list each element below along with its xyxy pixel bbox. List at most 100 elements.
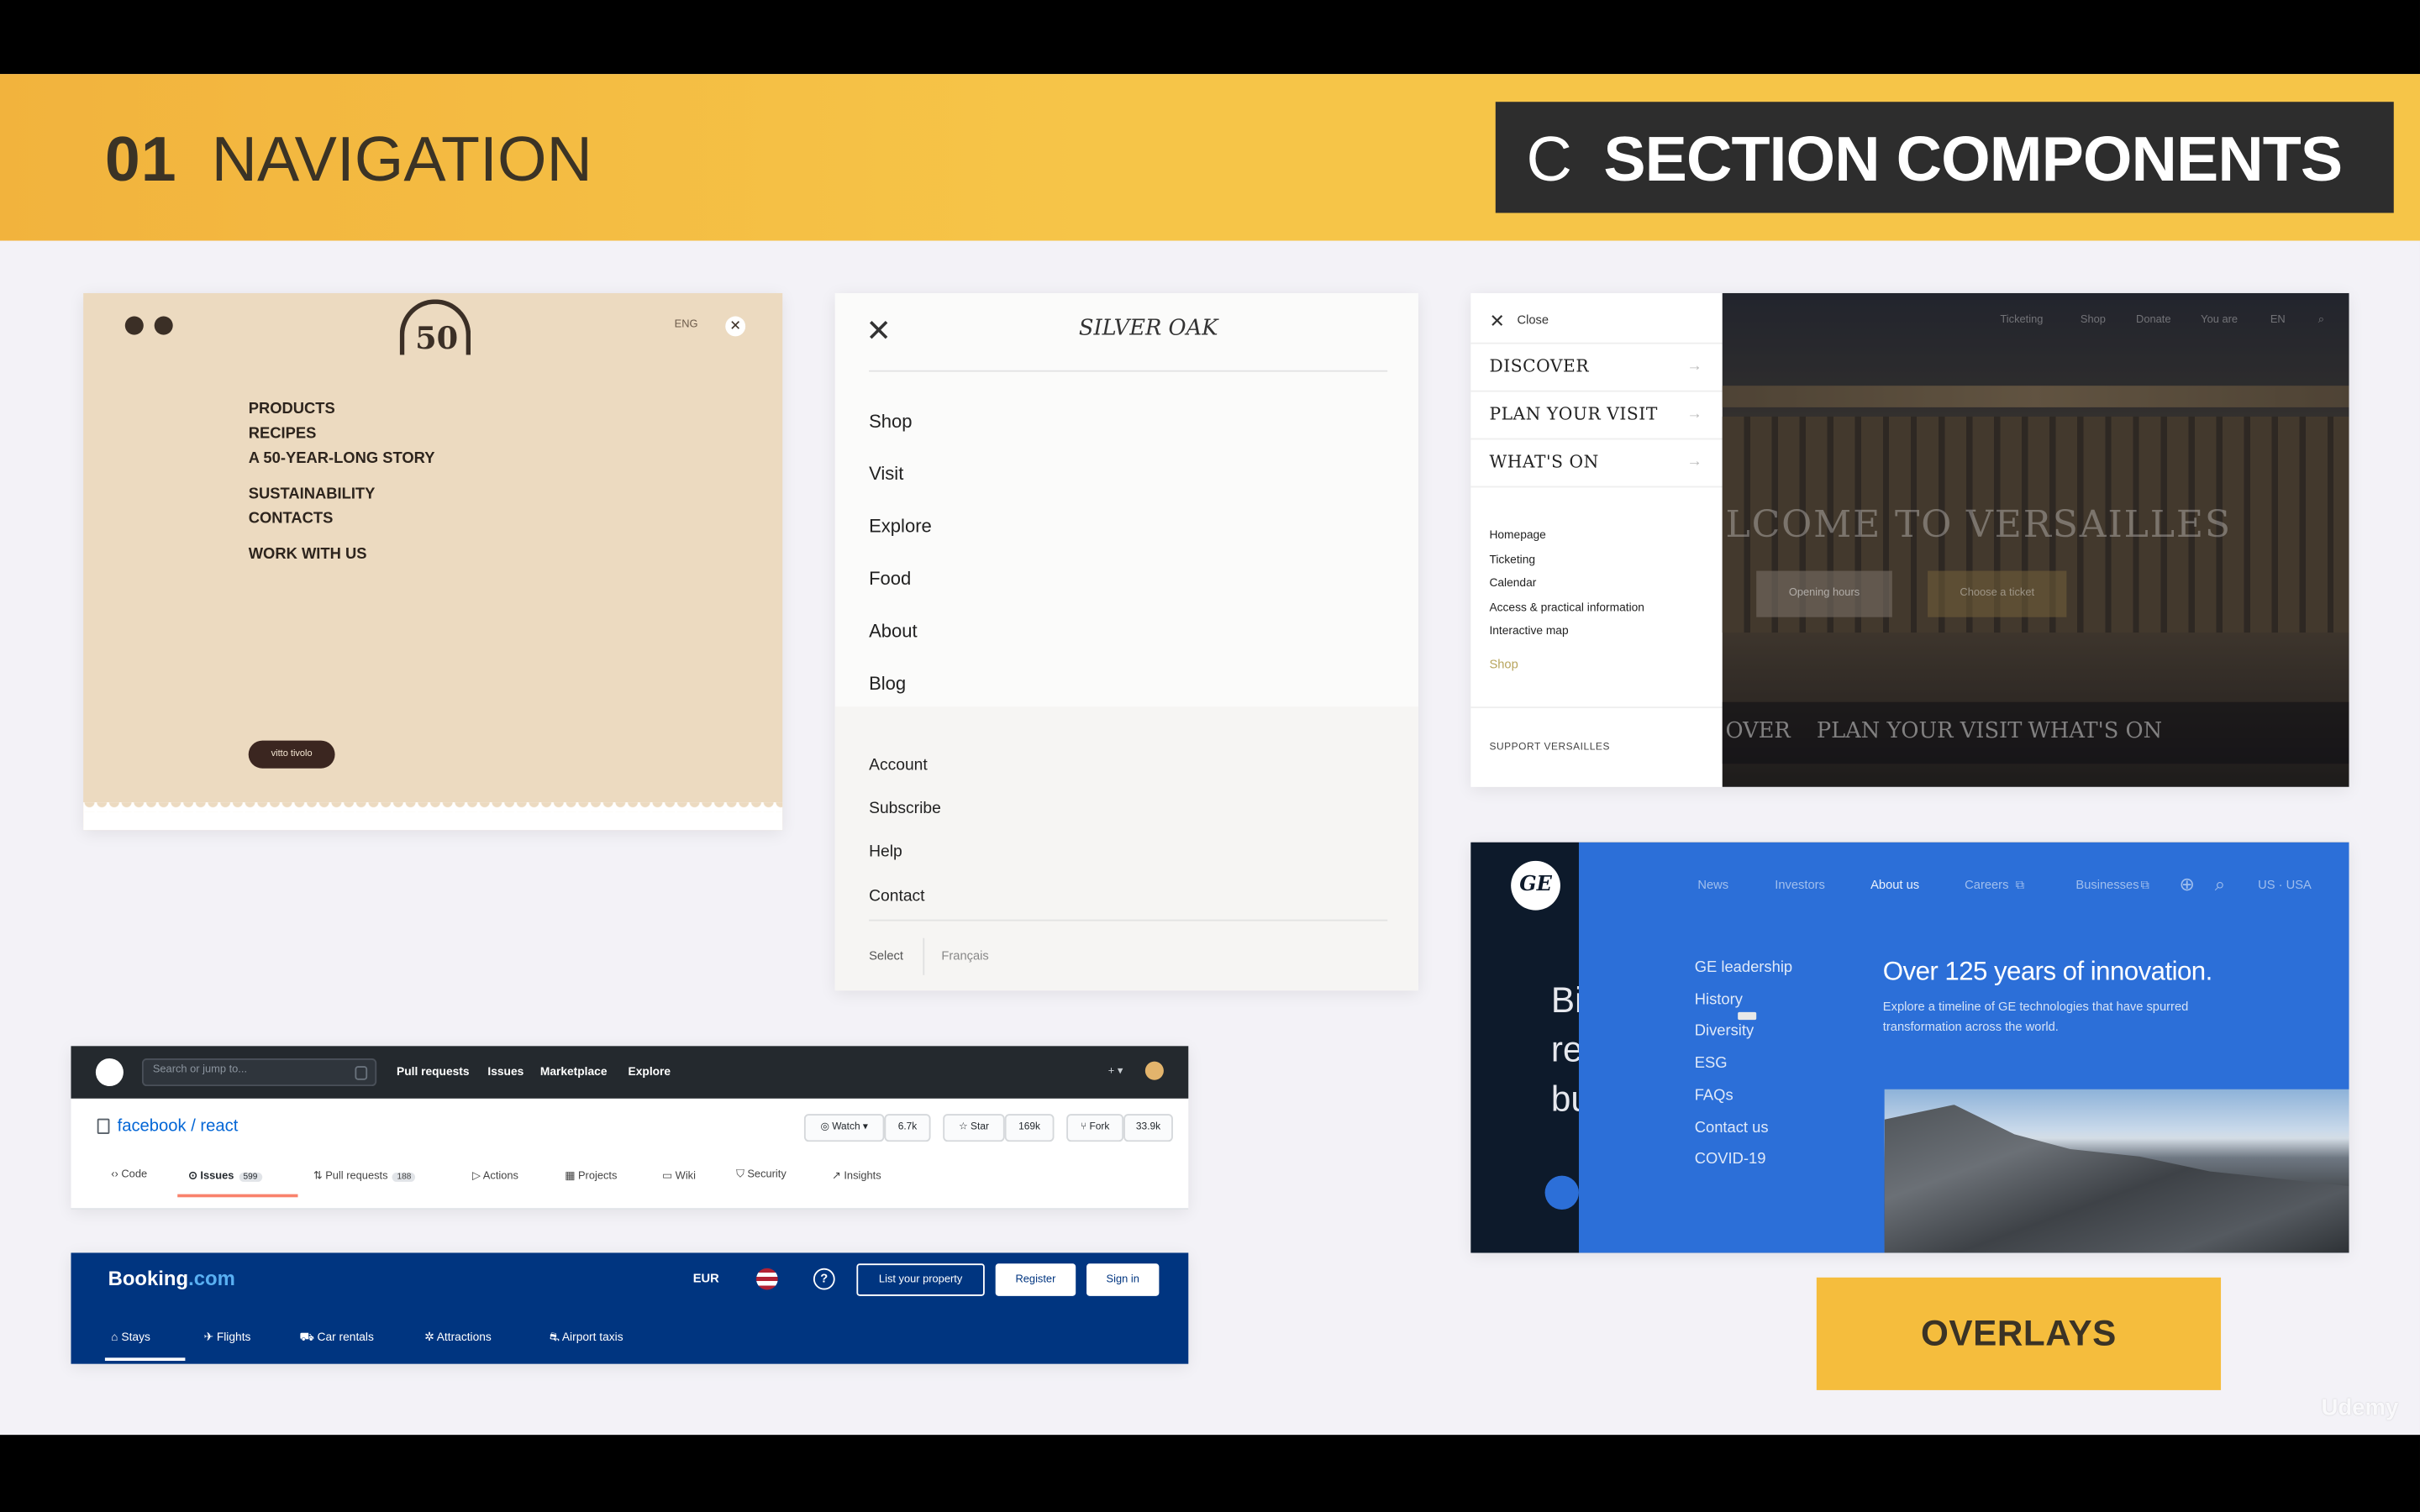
github-logo-icon[interactable] xyxy=(95,1058,124,1087)
link-contact-us[interactable]: Contact us xyxy=(1695,1120,1769,1137)
sign-in-button[interactable]: Sign in xyxy=(1086,1263,1160,1296)
tab-flights[interactable]: ✈ Flights xyxy=(203,1330,250,1344)
hero-button[interactable] xyxy=(1544,1175,1579,1210)
link-faqs[interactable]: FAQs xyxy=(1695,1088,1733,1105)
tab-airport-taxis[interactable]: ⛐ Airport taxis xyxy=(550,1330,623,1345)
tab-wiki[interactable]: ▭ Wiki xyxy=(662,1169,696,1182)
menu-item-work-with-us[interactable]: WORK WITH US xyxy=(249,543,435,568)
star-button[interactable]: ☆ Star xyxy=(943,1114,1005,1142)
topnav-pull-requests[interactable]: Pull requests xyxy=(397,1064,470,1079)
link-diversity[interactable]: Diversity xyxy=(1695,1023,1754,1040)
menu-item-products[interactable]: PRODUCTS xyxy=(249,398,435,423)
topnav-explore[interactable]: Explore xyxy=(629,1064,671,1079)
topnav-ticketing[interactable]: Ticketing xyxy=(2000,315,2043,326)
link-interactive-map[interactable]: Interactive map xyxy=(1489,619,1644,643)
nav-item-account[interactable]: Account xyxy=(869,743,941,787)
link-covid-19[interactable]: COVID-19 xyxy=(1695,1151,1766,1168)
tab-issues[interactable]: ⊙ Issues 599 xyxy=(188,1169,262,1182)
tab-actions[interactable]: ▷ Actions xyxy=(472,1169,518,1182)
link-esg[interactable]: ESG xyxy=(1695,1055,1728,1072)
nav-item-shop[interactable]: Shop xyxy=(869,395,932,447)
support-link[interactable]: SUPPORT VERSAILLES xyxy=(1489,742,1610,753)
ge-logo[interactable]: GE xyxy=(1511,860,1560,911)
hero-nav-whats-on[interactable]: WHAT'S ON xyxy=(2028,719,2162,743)
search-icon[interactable]: ⌕ xyxy=(2215,874,2225,897)
tab-stays[interactable]: ⌂ Stays xyxy=(111,1330,150,1344)
currency-selector[interactable]: EUR xyxy=(693,1271,719,1285)
instagram-icon[interactable] xyxy=(124,316,144,335)
menu-item-whats-on[interactable]: WHAT'S ON xyxy=(1489,452,1598,472)
link-history[interactable]: History xyxy=(1695,992,1743,1009)
fork-button[interactable]: ⑂ Fork xyxy=(1066,1114,1124,1142)
tab-car-rentals[interactable]: ⛟ Car rentals xyxy=(299,1330,374,1345)
us-flag-icon[interactable] xyxy=(755,1268,778,1290)
tab-security[interactable]: ⛉ Security xyxy=(736,1169,786,1182)
nav-item-help[interactable]: Help xyxy=(869,831,941,874)
search-input[interactable]: Search or jump to... xyxy=(141,1058,377,1087)
topnav-donate[interactable]: Donate xyxy=(2136,315,2170,326)
choose-ticket-button[interactable]: Choose a ticket xyxy=(1928,570,2067,617)
topnav-investors[interactable]: Investors xyxy=(1775,878,1825,892)
brand-logo[interactable]: 50 xyxy=(399,299,471,356)
tab-attractions[interactable]: ✲ Attractions xyxy=(424,1330,492,1344)
topnav-shop[interactable]: Shop xyxy=(2081,315,2106,326)
language-select[interactable]: Français xyxy=(941,949,988,963)
nav-item-blog[interactable]: Blog xyxy=(869,657,932,709)
topnav-businesses[interactable]: Businesses xyxy=(2075,878,2139,892)
globe-icon[interactable]: ⊕ xyxy=(2179,874,2194,895)
link-ticketing[interactable]: Ticketing xyxy=(1489,547,1644,571)
menu-item-sustainability[interactable]: SUSTAINABILITY xyxy=(249,483,435,507)
topnav-issues[interactable]: Issues xyxy=(487,1064,523,1079)
nav-item-food[interactable]: Food xyxy=(869,553,932,605)
close-icon[interactable]: ✕ xyxy=(725,316,746,337)
opening-hours-button[interactable]: Opening hours xyxy=(1756,570,1892,617)
fork-count[interactable]: 33.9k xyxy=(1123,1114,1173,1142)
close-icon[interactable]: ✕ xyxy=(1489,310,1504,332)
menu-item-story[interactable]: A 50-YEAR-LONG STORY xyxy=(249,448,435,472)
topnav-about-us[interactable]: About us xyxy=(1870,878,1919,892)
menu-item-recipes[interactable]: RECIPES xyxy=(249,423,435,447)
nav-item-explore[interactable]: Explore xyxy=(869,500,932,552)
close-label[interactable]: Close xyxy=(1518,313,1549,328)
nav-item-subscribe[interactable]: Subscribe xyxy=(869,787,941,831)
topnav-careers[interactable]: Careers xyxy=(1965,878,2008,892)
help-icon[interactable]: ? xyxy=(813,1268,835,1290)
link-calendar[interactable]: Calendar xyxy=(1489,571,1644,596)
tab-code[interactable]: ‹› Code xyxy=(111,1169,147,1180)
topnav-lang[interactable]: EN xyxy=(2270,315,2286,326)
language-switch[interactable]: ENG xyxy=(675,319,698,330)
register-button[interactable]: Register xyxy=(995,1263,1076,1296)
locale-label[interactable]: US · USA xyxy=(2258,878,2312,892)
brand-logo[interactable]: SILVER OAK xyxy=(1079,317,1218,341)
close-icon[interactable]: ✕ xyxy=(865,312,892,350)
topnav-news[interactable]: News xyxy=(1697,878,1728,892)
facebook-icon[interactable] xyxy=(154,316,173,335)
nav-item-about[interactable]: About xyxy=(869,605,932,657)
cta-button[interactable]: vitto tivolo xyxy=(248,740,335,769)
nav-item-contact[interactable]: Contact xyxy=(869,874,941,918)
hero-nav-discover[interactable]: OVER xyxy=(1725,719,1790,743)
tab-projects[interactable]: ▦ Projects xyxy=(565,1169,617,1182)
region-select[interactable]: Select xyxy=(869,949,903,963)
menu-item-discover[interactable]: DISCOVER xyxy=(1489,356,1589,376)
menu-item-plan-your-visit[interactable]: PLAN YOUR VISIT xyxy=(1489,404,1657,424)
hero-nav-plan[interactable]: PLAN YOUR VISIT xyxy=(1817,719,2023,743)
repo-breadcrumb[interactable]: facebook / react xyxy=(118,1117,239,1136)
watch-count[interactable]: 6.7k xyxy=(884,1114,931,1142)
notifications-icon[interactable]: + ▾ xyxy=(1108,1064,1123,1077)
avatar[interactable] xyxy=(1144,1061,1164,1080)
tab-pull-requests[interactable]: ⇅ Pull requests 188 xyxy=(313,1169,416,1182)
nav-item-visit[interactable]: Visit xyxy=(869,448,932,500)
link-ge-leadership[interactable]: GE leadership xyxy=(1695,959,1792,976)
link-homepage[interactable]: Homepage xyxy=(1489,523,1644,548)
list-property-button[interactable]: List your property xyxy=(856,1263,985,1296)
tab-insights[interactable]: ↗ Insights xyxy=(832,1169,881,1182)
star-count[interactable]: 169k xyxy=(1004,1114,1055,1142)
search-icon[interactable]: ⌕ xyxy=(2318,315,2324,328)
menu-item-contacts[interactable]: CONTACTS xyxy=(249,507,435,532)
link-shop[interactable]: Shop xyxy=(1489,657,1518,671)
booking-logo[interactable]: Booking.com xyxy=(108,1267,235,1290)
watch-button[interactable]: ◎ Watch ▾ xyxy=(803,1114,885,1142)
topnav-you-are[interactable]: You are xyxy=(2201,315,2238,326)
link-access-info[interactable]: Access & practical information xyxy=(1489,596,1644,620)
